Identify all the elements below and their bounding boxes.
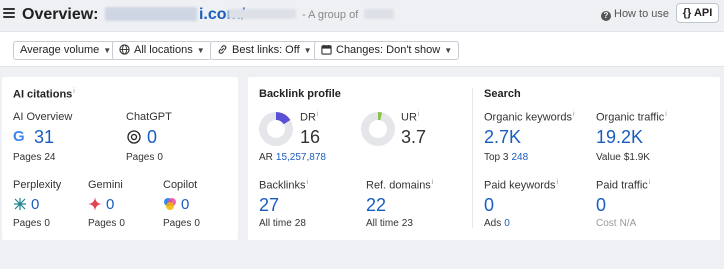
perplexity-pages: Pages 0: [13, 218, 50, 229]
ur-value: 3.7: [401, 127, 427, 147]
chatgpt-label: ChatGPT: [126, 111, 172, 123]
gemini-label: Gemini: [88, 179, 123, 191]
chevron-down-icon: ▼: [103, 46, 112, 55]
title-prefix: Overview:: [22, 6, 99, 23]
hamburger-menu-icon[interactable]: [3, 8, 15, 18]
calendar-icon: [321, 44, 332, 55]
volume-filter-dropdown[interactable]: Average volume ▼: [13, 41, 119, 60]
chatgpt-icon: [127, 130, 141, 144]
ai-citations-heading: AI citationsi: [13, 88, 75, 101]
copilot-icon: [164, 198, 176, 210]
perplexity-label: Perplexity: [13, 179, 62, 191]
filter-label: Best links: Off: [232, 44, 300, 56]
backlinks-all-time: All time 28: [259, 218, 306, 229]
api-label: API: [693, 7, 713, 19]
globe-icon: [119, 44, 130, 55]
ai-citations-panel: AI citationsi AI Overview G 31 Pages 24 C…: [2, 77, 238, 240]
how-to-use-label: How to use: [614, 8, 670, 20]
perplexity-value[interactable]: 0: [31, 196, 39, 214]
organic-traffic-value[interactable]: 19.2K: [596, 128, 643, 146]
paid-keywords-label: Paid keywordsi: [484, 179, 559, 192]
top-bar: Overview: i.com/ - A group of ? How to us…: [0, 0, 724, 30]
section-divider: [472, 88, 473, 228]
cost-row: Cost N/A: [596, 218, 637, 229]
best-links-filter-dropdown[interactable]: Best links: Off ▼: [210, 41, 319, 60]
ai-overview-value[interactable]: 31: [34, 128, 54, 146]
backlink-profile-heading: Backlink profile: [259, 88, 341, 100]
ads-row: Ads 0: [484, 218, 510, 229]
filter-bar: Average volume ▼ All locations ▼ Best link…: [0, 31, 724, 67]
ref-domains-all-time: All time 23: [366, 218, 413, 229]
page-subtitle: - A group of: [228, 9, 395, 21]
chatgpt-value[interactable]: 0: [147, 128, 157, 146]
google-icon: G: [13, 128, 25, 145]
backlinks-label: Backlinksi: [259, 179, 309, 192]
ur-gauge: [361, 112, 395, 146]
ar-row: AR 15,257,878: [259, 152, 326, 163]
dr-value: 16: [300, 127, 321, 147]
location-filter-dropdown[interactable]: All locations ▼: [112, 41, 212, 60]
traffic-value-row: Value $1.9K: [596, 152, 650, 163]
filter-label: All locations: [134, 44, 193, 56]
chatgpt-pages: Pages 0: [126, 152, 163, 163]
ref-domains-label: Ref. domainsi: [366, 179, 434, 192]
dr-gauge: [259, 112, 293, 146]
chevron-down-icon: ▼: [303, 46, 312, 55]
paid-traffic-label: Paid traffici: [596, 179, 651, 192]
gemini-pages: Pages 0: [88, 218, 125, 229]
ref-domains-value[interactable]: 22: [366, 196, 386, 214]
changes-filter-dropdown[interactable]: Changes: Don't show ▼: [314, 41, 460, 60]
api-button[interactable]: {} API: [676, 3, 719, 23]
redacted-text: [228, 9, 296, 19]
redacted-domain: [104, 7, 197, 21]
paid-traffic-value[interactable]: 0: [596, 196, 606, 214]
organic-keywords-label: Organic keywordsi: [484, 111, 575, 124]
copilot-value[interactable]: 0: [181, 196, 189, 214]
dr-label: DRi: [300, 111, 319, 124]
redacted-text: [364, 9, 395, 19]
chevron-down-icon: ▼: [444, 46, 453, 55]
how-to-use-link[interactable]: ? How to use: [601, 8, 669, 21]
top3-row: Top 3 248: [484, 152, 529, 163]
question-icon: ?: [601, 11, 611, 21]
filter-label: Average volume: [20, 44, 100, 56]
organic-traffic-label: Organic traffici: [596, 111, 667, 124]
ai-overview-label: AI Overview: [13, 111, 73, 123]
filter-label: Changes: Don't show: [336, 44, 441, 56]
search-heading: Search: [484, 88, 521, 100]
perplexity-icon: [14, 198, 26, 210]
link-icon: [218, 45, 227, 54]
backlinks-value[interactable]: 27: [259, 196, 279, 214]
braces-icon: {}: [682, 7, 692, 19]
metrics-panel: Backlink profile DRi 16 AR 15,257,878 URi…: [248, 77, 720, 240]
page-title: Overview: i.com/: [22, 6, 245, 24]
organic-keywords-value[interactable]: 2.7K: [484, 128, 521, 146]
ai-overview-pages: Pages 24: [13, 152, 56, 163]
gemini-icon: [88, 197, 102, 211]
gemini-value[interactable]: 0: [106, 196, 114, 214]
copilot-pages: Pages 0: [163, 218, 200, 229]
paid-keywords-value[interactable]: 0: [484, 196, 494, 214]
copilot-label: Copilot: [163, 179, 198, 191]
chevron-down-icon: ▼: [196, 46, 205, 55]
ur-label: URi: [401, 111, 420, 124]
subtitle-text: - A group of: [302, 9, 359, 21]
